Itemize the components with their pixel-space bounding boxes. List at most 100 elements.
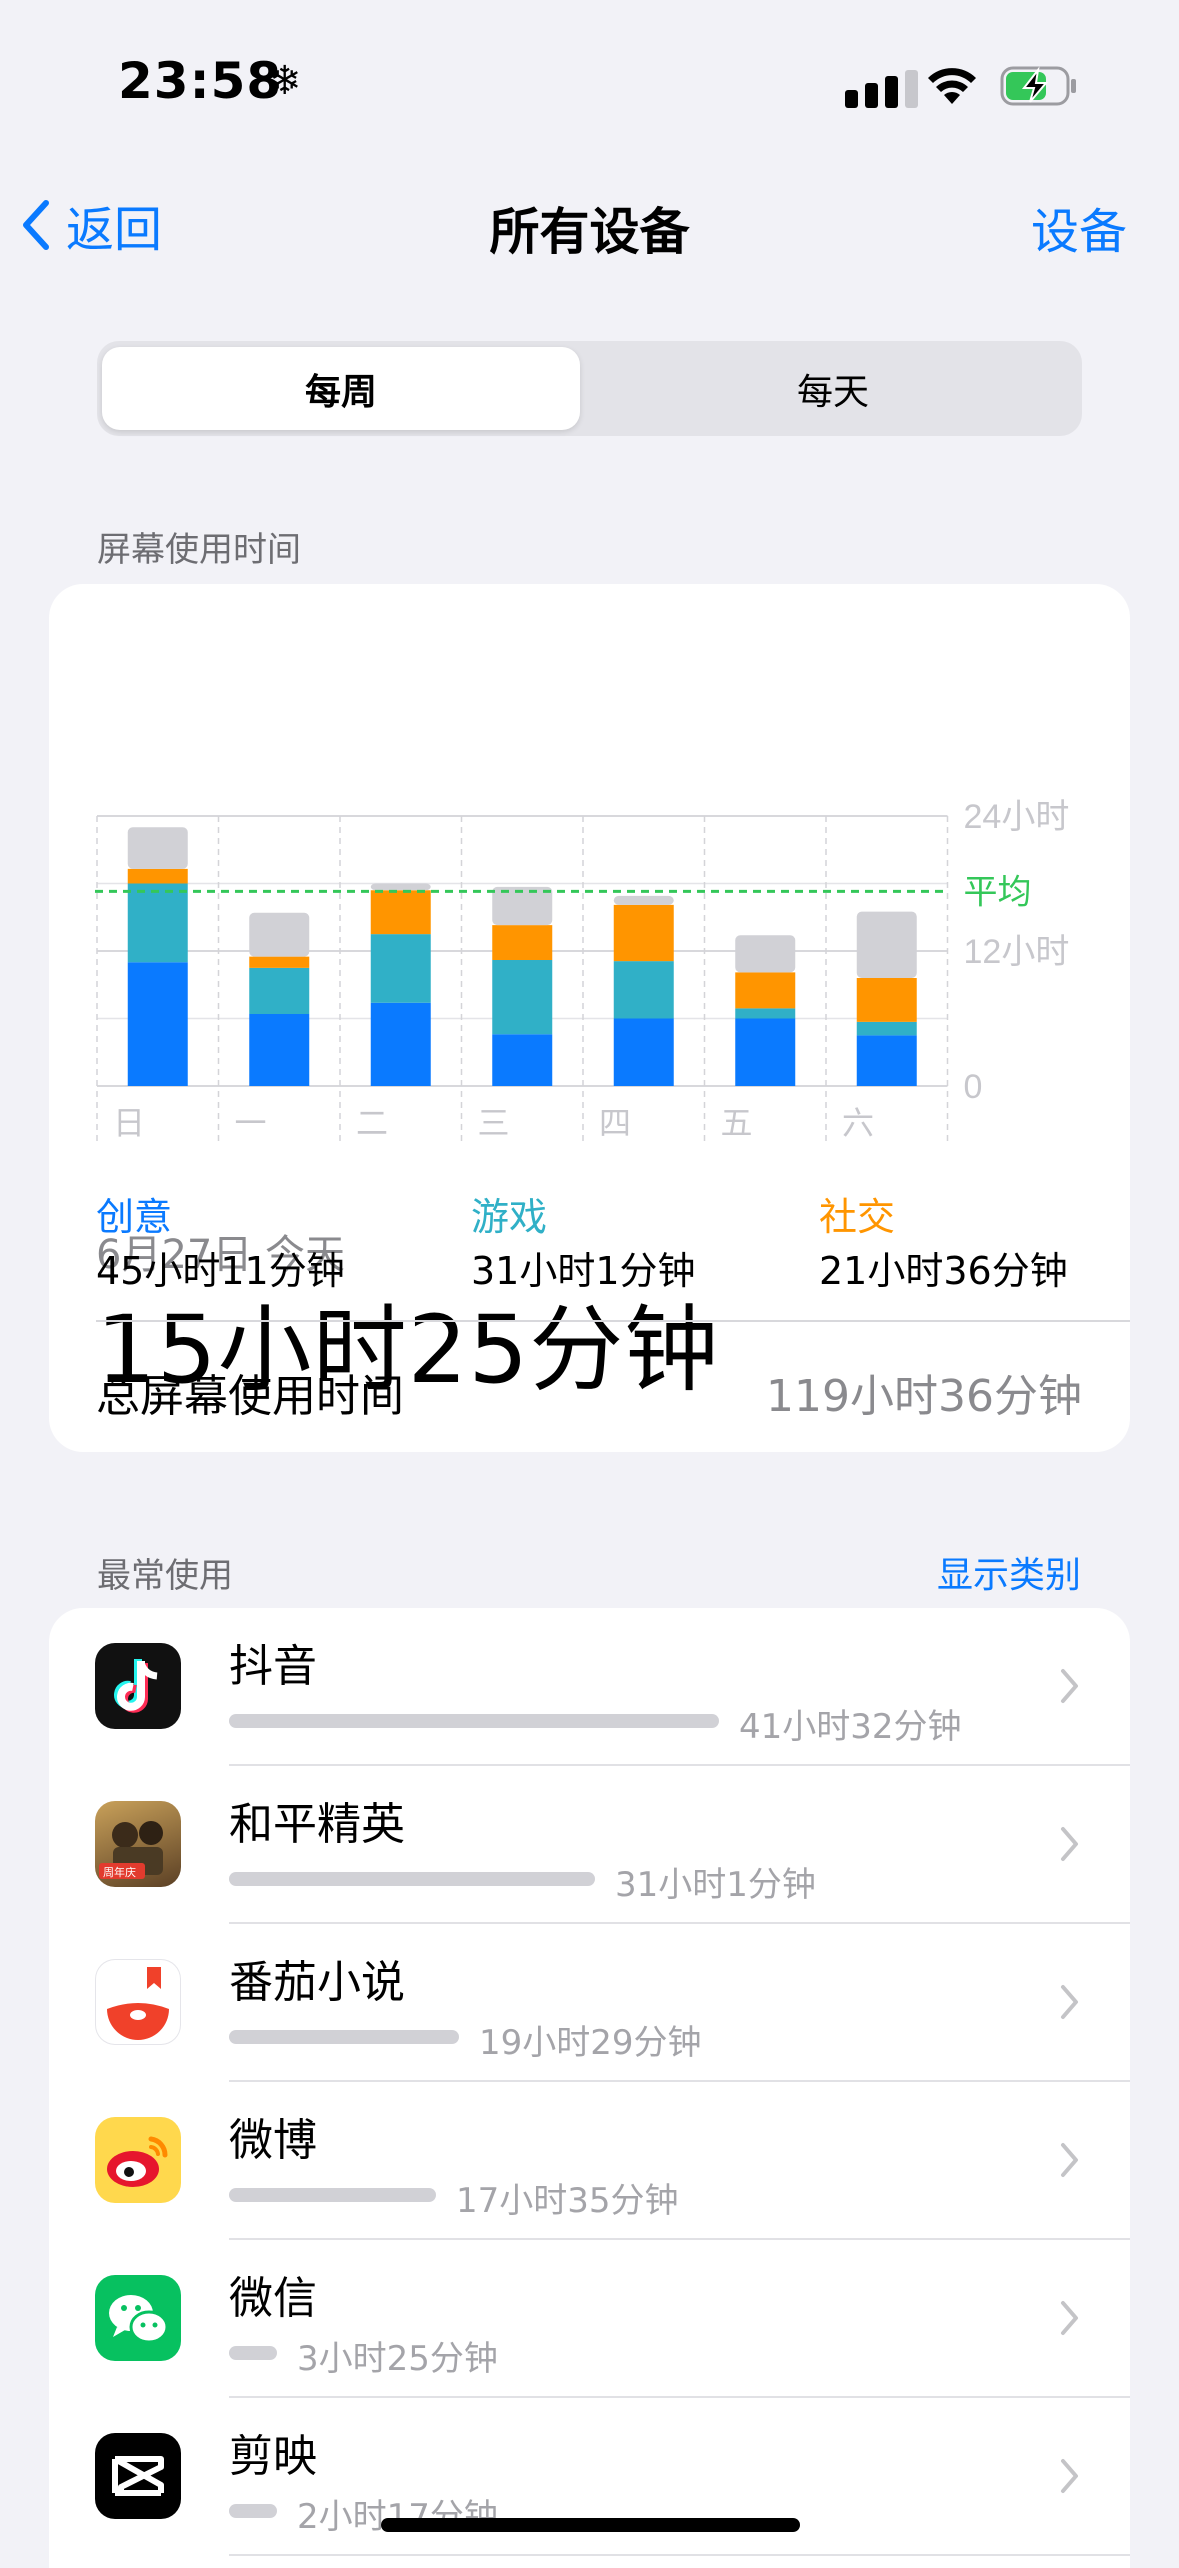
bar-segment — [370, 1002, 431, 1086]
bar-segment — [492, 1034, 553, 1086]
x-tick-label: 二 — [356, 1105, 388, 1141]
cellular-signal-icon — [845, 70, 918, 108]
douyin-icon — [95, 1643, 181, 1729]
usage-bar — [229, 2346, 277, 2360]
bar-segment — [613, 895, 674, 905]
battery-charging-icon — [1000, 66, 1076, 106]
app-name: 微信 — [229, 2273, 317, 2324]
bar-segment — [492, 925, 553, 960]
app-row-weibo[interactable]: 微博 17小时35分钟 — [49, 2082, 1130, 2240]
capcut-icon — [95, 2433, 181, 2519]
x-tick-label: 五 — [721, 1105, 753, 1141]
screen-time-card[interactable]: 6月27日 今天 15小时25分钟 日一二三四五六平均 24小时 12小时 0 创意 … — [49, 584, 1130, 1452]
app-time: 31小时1分钟 — [615, 1865, 816, 1905]
app-name: 微博 — [229, 2115, 317, 2166]
peace-elite-icon: 周年庆 — [95, 1801, 181, 1887]
usage-chart[interactable]: 日 一 二 三 四 五 六 平均 24小时 12小时 0 — [49, 794, 1130, 1394]
bar-segment — [613, 904, 674, 962]
segment-daily[interactable]: 每天 — [589, 347, 1077, 430]
screen-time-section-label: 屏幕使用时间 — [97, 530, 301, 570]
legend-value-creative: 45小时11分钟 — [96, 1249, 345, 1293]
bar-segment — [613, 961, 674, 1019]
chevron-right-icon — [1061, 1985, 1078, 2019]
bar-segment — [249, 1014, 310, 1086]
bar-segment — [249, 967, 310, 1014]
usage-bar — [229, 2188, 436, 2202]
wifi-icon — [928, 68, 976, 104]
app-row-tomato-novel[interactable]: 番茄小说 19小时29分钟 — [49, 1924, 1130, 2082]
app-row-peace-elite[interactable]: 周年庆 和平精英 31小时1分钟 — [49, 1766, 1130, 1924]
segment-weekly[interactable]: 每周 — [102, 347, 580, 430]
bar-segment — [127, 827, 188, 869]
chevron-right-icon — [1061, 2459, 1078, 2493]
wechat-icon — [95, 2275, 181, 2361]
devices-button[interactable]: 设备 — [1031, 192, 1127, 262]
app-name: 和平精英 — [229, 1799, 405, 1850]
bar-segment — [127, 868, 188, 884]
y-tick-label: 0 — [964, 1068, 983, 1106]
bar-segment — [735, 935, 796, 973]
bar-segment — [613, 1018, 674, 1086]
legend-name-games: 游戏 — [471, 1195, 548, 1239]
usage-bar — [229, 2030, 459, 2044]
bar-segment — [249, 912, 310, 957]
page-title: 所有设备 — [489, 203, 690, 261]
tomato-novel-icon — [95, 1959, 181, 2045]
bar-segment — [127, 962, 188, 1086]
y-tick-label: 12小时 — [964, 933, 1070, 971]
bar-segment — [492, 960, 553, 1035]
legend-value-social: 21小时36分钟 — [819, 1249, 1068, 1293]
weibo-icon — [95, 2117, 181, 2203]
svg-text:周年庆: 周年庆 — [103, 1865, 136, 1879]
app-time: 41小时32分钟 — [739, 1707, 962, 1747]
bar-segment — [735, 1008, 796, 1019]
legend-value-games: 31小时1分钟 — [471, 1249, 696, 1293]
x-tick-label: 三 — [478, 1105, 510, 1141]
chevron-right-icon — [1061, 1669, 1078, 1703]
x-tick-label: 日 — [113, 1105, 145, 1141]
usage-bar — [229, 1872, 595, 1886]
app-name: 剪映 — [229, 2431, 317, 2482]
y-tick-label: 24小时 — [964, 798, 1070, 836]
period-segmented-control: 每周 每天 — [97, 341, 1082, 436]
chevron-right-icon — [1061, 2143, 1078, 2177]
app-row-capcut[interactable]: 剪映 2小时17分钟 — [49, 2398, 1130, 2556]
usage-bar — [229, 2504, 277, 2518]
show-categories-button[interactable]: 显示类别 — [937, 1546, 1081, 1598]
total-screen-time-value: 119小时36分钟 — [766, 1371, 1082, 1422]
bar-segment — [127, 883, 188, 963]
legend-name-social: 社交 — [819, 1195, 896, 1239]
bar-segment — [249, 956, 310, 968]
x-tick-label: 六 — [842, 1105, 874, 1141]
chevron-right-icon — [1061, 1827, 1078, 1861]
average-label: 平均 — [964, 873, 1032, 911]
app-name: 抖音 — [229, 1641, 317, 1692]
status-time: 23:58 — [118, 52, 283, 110]
snowflake-icon: ❄ — [268, 58, 302, 104]
bar-segment — [856, 978, 917, 1022]
app-time: 19小时29分钟 — [479, 2023, 702, 2063]
bar-segment — [856, 1021, 917, 1036]
card-divider — [96, 1320, 1130, 1322]
home-indicator — [381, 2518, 800, 2532]
bar-segment — [370, 934, 431, 1003]
most-used-list: 抖音 41小时32分钟 周年庆 和平精英 31小时1分钟 番茄小说 19小时29… — [49, 1608, 1130, 2568]
app-time: 17小时35分钟 — [456, 2181, 679, 2221]
app-name: 番茄小说 — [229, 1957, 405, 2008]
app-row-douyin[interactable]: 抖音 41小时32分钟 — [49, 1608, 1130, 1766]
bar-segment — [856, 1035, 917, 1086]
x-tick-label: 一 — [235, 1105, 267, 1141]
usage-bar — [229, 1714, 719, 1728]
app-time: 3小时25分钟 — [297, 2339, 498, 2379]
bar-segment — [856, 911, 917, 978]
legend-name-creative: 创意 — [96, 1195, 173, 1239]
bar-segment — [370, 883, 431, 891]
bar-segment — [735, 972, 796, 1009]
chevron-right-icon — [1061, 2301, 1078, 2335]
x-tick-label: 四 — [599, 1105, 631, 1141]
most-used-section-label: 最常使用 — [97, 1556, 233, 1596]
bar-segment — [735, 1018, 796, 1086]
bar-segment — [370, 890, 431, 935]
app-row-wechat[interactable]: 微信 3小时25分钟 — [49, 2240, 1130, 2398]
total-screen-time-label: 总屏幕使用时间 — [96, 1371, 404, 1422]
